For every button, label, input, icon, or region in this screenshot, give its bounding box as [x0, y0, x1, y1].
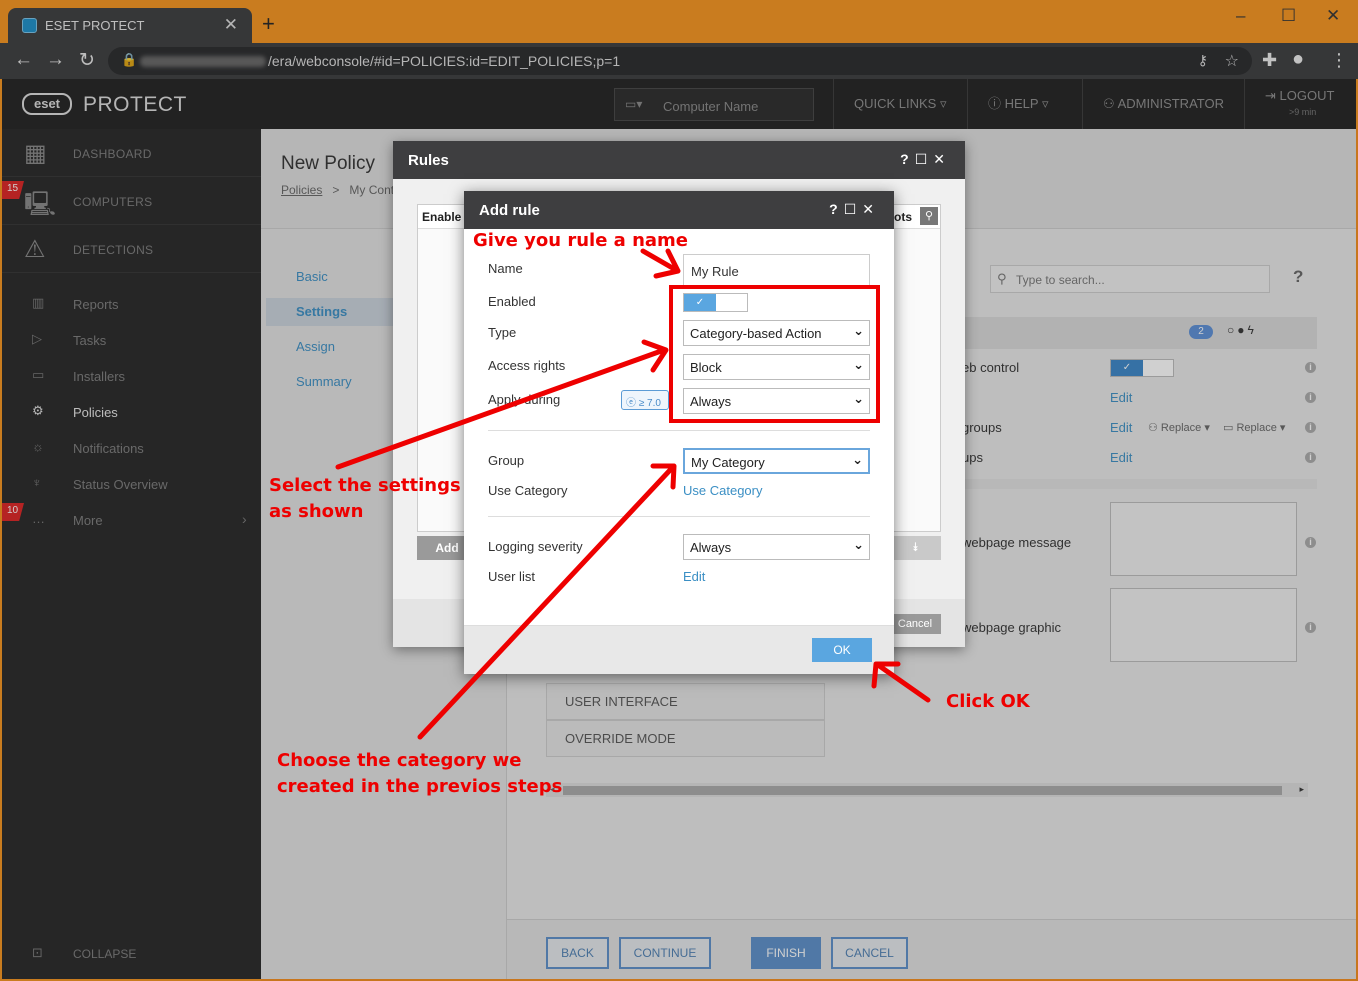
annotation-category-hint-2: created in the previos steps: [277, 776, 563, 797]
chevron-down-icon: ⌄: [853, 537, 864, 552]
annotation-settings-hint-1: Select the settings: [269, 475, 461, 496]
access-rights-label: Access rights: [488, 358, 566, 373]
user-list-label: User list: [488, 569, 535, 584]
add-rule-footer: OK: [464, 625, 894, 674]
annotation-category-hint-1: Choose the category we: [277, 750, 522, 771]
col-right[interactable]: ots: [894, 210, 912, 224]
ok-button[interactable]: OK: [812, 638, 872, 662]
type-label: Type: [488, 325, 517, 340]
annotation-settings-hint-2: as shown: [269, 501, 364, 522]
search-icon[interactable]: ⚲: [920, 207, 938, 225]
logging-severity-select[interactable]: Always ⌄: [683, 534, 870, 560]
version-badge: ⓔ ≥ 7.0: [621, 390, 669, 410]
move-down-icon[interactable]: ⯯: [912, 540, 919, 555]
dialog-tools[interactable]: ?☐✕: [900, 151, 951, 168]
group-label: Group: [488, 453, 525, 468]
divider: [488, 516, 870, 517]
annotation-name-hint: Give you rule a name: [473, 230, 689, 251]
settings-highlight-box: [669, 285, 880, 423]
dialog-tools[interactable]: ?☐✕: [829, 201, 880, 218]
annotation-ok-hint: Click OK: [946, 691, 1030, 712]
add-rule-dialog: Add rule ?☐✕ Name My Rule Enabled ✓ Type…: [464, 191, 894, 674]
logging-severity-label: Logging severity: [488, 539, 583, 554]
apply-during-label: Apply during: [488, 392, 561, 407]
divider: [488, 430, 870, 431]
name-input[interactable]: My Rule: [683, 254, 870, 286]
use-category-link[interactable]: Use Category: [683, 483, 762, 498]
chevron-down-icon: ⌄: [852, 452, 863, 467]
name-label: Name: [488, 261, 523, 276]
add-rule-title: Add rule ?☐✕: [464, 191, 894, 229]
enabled-label: Enabled: [488, 294, 536, 309]
rules-cancel-button[interactable]: Cancel: [889, 614, 941, 634]
user-list-edit-link[interactable]: Edit: [683, 569, 705, 584]
rules-dialog-title: Rules ?☐✕: [393, 141, 965, 179]
group-select[interactable]: My Category ⌄: [683, 448, 870, 474]
col-enabled[interactable]: Enable: [422, 210, 461, 224]
use-category-label: Use Category: [488, 483, 568, 498]
